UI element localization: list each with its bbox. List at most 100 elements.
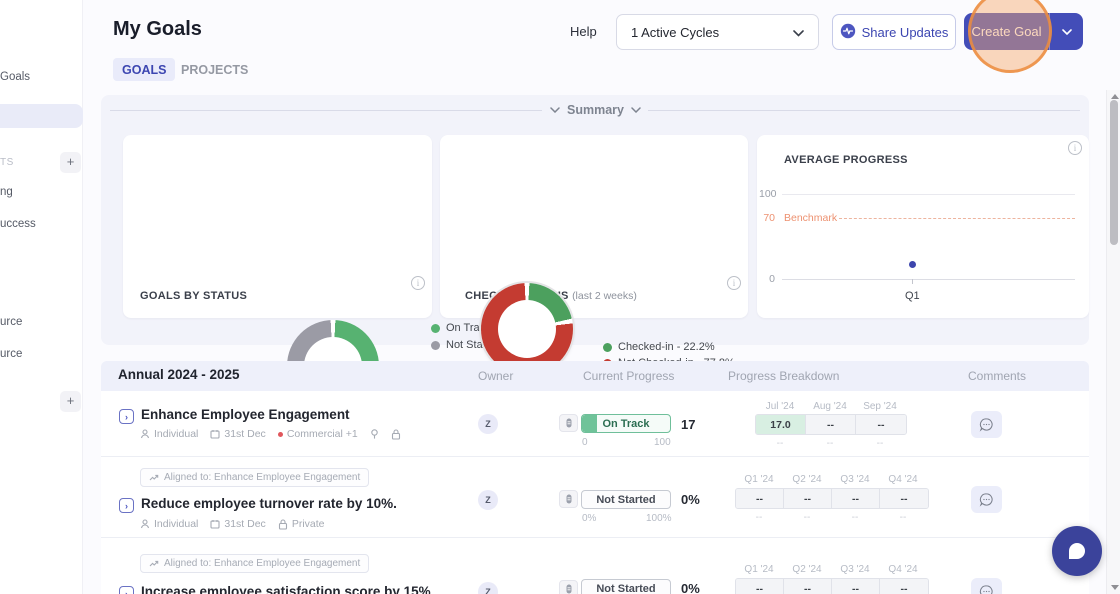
slider-icon <box>566 494 571 504</box>
checkin-slider-button[interactable] <box>559 580 578 594</box>
progress-value: 0% <box>681 492 700 507</box>
period-label: Q3 '24 <box>840 564 870 575</box>
goals-by-status-title: GOALS BY STATUS <box>140 290 248 302</box>
goal-type: Individual <box>140 428 198 440</box>
bar-min-label: 0% <box>582 513 597 524</box>
breakdown-cell: -- <box>736 579 784 594</box>
breakdown-cell: -- <box>856 415 906 434</box>
average-progress-title: AVERAGE PROGRESS <box>784 154 908 166</box>
sidebar-item-goals[interactable]: Goals <box>0 71 30 83</box>
pulse-icon <box>840 23 856 42</box>
tab-goals[interactable]: GOALS <box>113 58 176 81</box>
breakdown-subcell: -- <box>899 512 907 523</box>
scroll-down-arrow[interactable] <box>1111 585 1119 590</box>
create-goal-label: Create Goal <box>971 24 1042 39</box>
goal-title[interactable]: Enhance Employee Engagement <box>141 407 350 422</box>
gridline-100 <box>782 194 1075 195</box>
legend-dot-notstarted <box>431 340 440 350</box>
breakdown-cell: -- <box>736 489 784 508</box>
period-label: Q2 '24 <box>792 564 822 575</box>
goal-title[interactable]: Reduce employee turnover rate by 10%. <box>141 496 397 511</box>
column-progress-breakdown: Progress Breakdown <box>728 369 840 383</box>
goal-meta: Individual 31st Dec Private <box>140 518 325 530</box>
page-title: My Goals <box>113 18 202 40</box>
add-item-button[interactable]: + <box>60 391 81 412</box>
breakdown-subcell: -- <box>755 512 763 523</box>
bar-max-label: 100 <box>654 437 671 448</box>
sidebar-item-department-2[interactable]: uccess <box>0 218 36 230</box>
tab-projects[interactable]: PROJECTS <box>181 58 248 81</box>
period-label: Q2 '24 <box>792 474 822 485</box>
comment-button[interactable] <box>971 578 1002 594</box>
breakdown-subcell: -- <box>876 438 884 449</box>
status-label: Not Started <box>596 493 656 506</box>
lock-icon <box>278 518 287 530</box>
status-bar[interactable]: On Track <box>581 414 671 433</box>
goals-by-status-card: GOALS BY STATUS i On Track 55.6% Not Sta… <box>123 135 536 412</box>
expand-goal-button[interactable]: › <box>119 409 134 424</box>
breakdown-subcell: -- <box>851 512 859 523</box>
sidebar-item-selected[interactable] <box>0 104 83 128</box>
x-tick <box>912 279 913 284</box>
period-label: Q4 '24 <box>888 564 918 575</box>
info-icon[interactable]: i <box>411 276 425 290</box>
summary-divider-right <box>648 110 1080 111</box>
expand-goal-button[interactable]: › <box>119 498 134 513</box>
info-icon[interactable]: i <box>1068 141 1082 155</box>
scrollbar-thumb[interactable] <box>1110 100 1118 245</box>
comment-button[interactable] <box>971 411 1002 438</box>
row-separator <box>101 537 1089 538</box>
scroll-up-arrow[interactable] <box>1111 94 1119 99</box>
pin-icon[interactable] <box>370 428 379 440</box>
checkin-slider-button[interactable] <box>559 490 578 508</box>
legend-dot-checkedin <box>603 342 612 352</box>
period-label: Q3 '24 <box>840 474 870 485</box>
breakdown-subcell: -- <box>826 438 834 449</box>
average-progress-card: AVERAGE PROGRESS i 100 70 Benchmark 0 Q1 <box>757 135 1089 318</box>
goal-title[interactable]: Increase employee satisfaction score by … <box>141 584 431 594</box>
status-bar[interactable]: Not Started <box>581 579 671 594</box>
chat-launcher-button[interactable] <box>1052 526 1102 576</box>
expand-goal-button[interactable]: › <box>119 586 134 594</box>
sidebar-item-department-1[interactable]: ng <box>0 186 13 198</box>
comment-button[interactable] <box>971 486 1002 513</box>
app-window: Goals TS + ng uccess urce urce + My Goal… <box>0 0 1120 594</box>
breakdown-cell: -- <box>880 579 928 594</box>
person-icon <box>140 429 150 439</box>
status-bar[interactable]: Not Started <box>581 490 671 509</box>
help-link[interactable]: Help <box>570 24 597 39</box>
checkin-slider-button[interactable] <box>559 414 578 432</box>
checkin-status-card: CHECK-IN STATUS (last 2 weeks) i Checked… <box>440 135 748 375</box>
share-updates-button[interactable]: Share Updates <box>832 14 956 50</box>
info-icon[interactable]: i <box>727 276 741 290</box>
slider-icon <box>566 418 571 428</box>
breakdown-cell: -- <box>806 415 856 434</box>
progress-value: 17 <box>681 417 696 432</box>
add-department-button[interactable]: + <box>60 152 81 173</box>
column-owner: Owner <box>478 369 514 383</box>
legend-dot-ontrack <box>431 323 440 333</box>
person-icon <box>140 519 150 529</box>
breakdown-cell: -- <box>832 489 880 508</box>
y-axis-min: 0 <box>769 273 775 285</box>
period-label: Q1 '24 <box>744 474 774 485</box>
sidebar-item-resource-1[interactable]: urce <box>0 316 22 328</box>
owner-avatar: Z <box>478 490 498 510</box>
active-cycles-dropdown[interactable]: 1 Active Cycles <box>616 14 819 50</box>
calendar-icon <box>210 430 220 439</box>
lock-icon <box>391 428 401 440</box>
period-label: Jul '24 <box>765 401 795 412</box>
x-axis-line <box>782 279 1075 280</box>
breakdown-cell: -- <box>784 579 832 594</box>
status-label: Not Started <box>596 582 656 594</box>
create-goal-caret[interactable] <box>1049 13 1083 50</box>
progress-value: 0% <box>681 581 700 594</box>
sidebar-item-resource-2[interactable]: urce <box>0 348 22 360</box>
aligned-to-chip[interactable]: Aligned to: Enhance Employee Engagement <box>140 554 370 573</box>
sidebar: Goals TS + ng uccess urce urce + <box>0 0 83 594</box>
aligned-to-chip[interactable]: Aligned to: Enhance Employee Engagement <box>140 468 370 487</box>
scrollbar[interactable] <box>1106 90 1120 594</box>
create-goal-button[interactable]: Create Goal <box>964 13 1083 50</box>
summary-collapse-toggle[interactable]: Summary <box>550 103 641 117</box>
x-tick-label: Q1 <box>905 290 920 302</box>
